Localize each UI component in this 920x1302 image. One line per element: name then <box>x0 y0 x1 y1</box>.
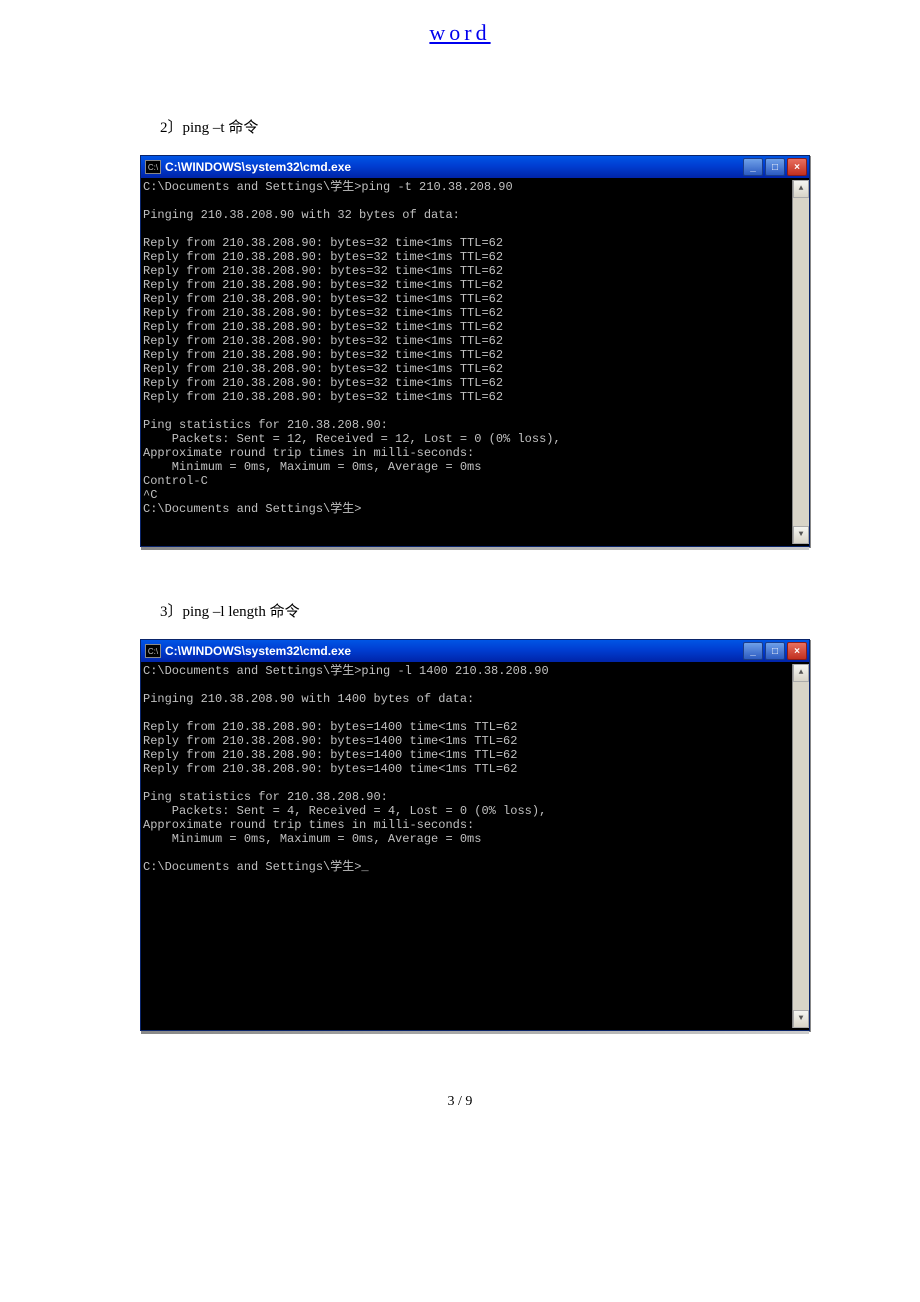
minimize-button[interactable]: _ <box>743 158 763 176</box>
window-shadow <box>141 1031 809 1034</box>
titlebar-2[interactable]: C:\ C:\WINDOWS\system32\cmd.exe _ □ × <box>141 640 809 662</box>
cmd-icon: C:\ <box>145 160 161 174</box>
scroll-down-icon[interactable]: ▼ <box>793 1010 809 1028</box>
minimize-button[interactable]: _ <box>743 642 763 660</box>
close-button[interactable]: × <box>787 158 807 176</box>
cmd-wrapper-1: C:\ C:\WINDOWS\system32\cmd.exe _ □ × C:… <box>140 155 920 550</box>
page-footer: 3 / 9 <box>0 1094 920 1110</box>
word-link[interactable]: word <box>429 20 490 45</box>
window-title-2: C:\WINDOWS\system32\cmd.exe <box>165 644 741 658</box>
document-page: word 2〕ping –t 命令 C:\ C:\WINDOWS\system3… <box>0 0 920 1150</box>
scroll-up-icon[interactable]: ▲ <box>793 180 809 198</box>
scrollbar-2[interactable]: ▲ ▼ <box>792 664 809 1028</box>
close-button[interactable]: × <box>787 642 807 660</box>
window-shadow <box>141 547 809 550</box>
scrollbar-1[interactable]: ▲ ▼ <box>792 180 809 544</box>
scroll-up-icon[interactable]: ▲ <box>793 664 809 682</box>
cmd-window-2: C:\ C:\WINDOWS\system32\cmd.exe _ □ × C:… <box>140 639 810 1031</box>
window-title-1: C:\WINDOWS\system32\cmd.exe <box>165 160 741 174</box>
terminal-content-2: C:\Documents and Settings\学生>ping -l 140… <box>143 664 792 1028</box>
scroll-down-icon[interactable]: ▼ <box>793 526 809 544</box>
terminal-content-1: C:\Documents and Settings\学生>ping -t 210… <box>143 180 792 544</box>
cmd-window-1: C:\ C:\WINDOWS\system32\cmd.exe _ □ × C:… <box>140 155 810 547</box>
maximize-button[interactable]: □ <box>765 642 785 660</box>
terminal-1[interactable]: C:\Documents and Settings\学生>ping -t 210… <box>141 178 809 546</box>
titlebar-1[interactable]: C:\ C:\WINDOWS\system32\cmd.exe _ □ × <box>141 156 809 178</box>
cmd-icon: C:\ <box>145 644 161 658</box>
caption-2: 3〕ping –l length 命令 <box>160 600 920 621</box>
cmd-wrapper-2: C:\ C:\WINDOWS\system32\cmd.exe _ □ × C:… <box>140 639 920 1034</box>
maximize-button[interactable]: □ <box>765 158 785 176</box>
scroll-track-1[interactable] <box>793 198 809 526</box>
caption-1: 2〕ping –t 命令 <box>160 116 920 137</box>
terminal-2[interactable]: C:\Documents and Settings\学生>ping -l 140… <box>141 662 809 1030</box>
header-link-row: word <box>0 20 920 46</box>
scroll-track-2[interactable] <box>793 682 809 1010</box>
